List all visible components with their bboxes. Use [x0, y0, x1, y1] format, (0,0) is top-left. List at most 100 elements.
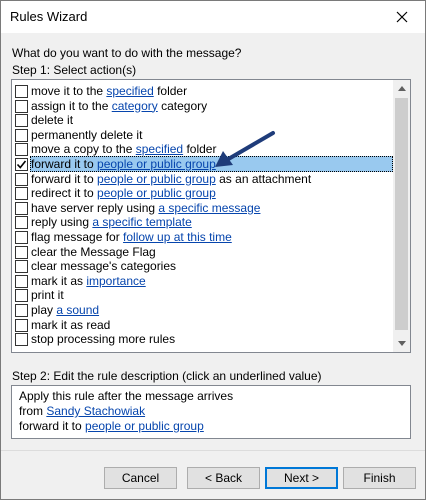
- window-title: Rules Wizard: [10, 9, 88, 24]
- step1-label: Step 1: Select action(s): [12, 63, 137, 77]
- action-text: mark it as: [31, 273, 87, 288]
- action-item[interactable]: clear the Message Flag: [12, 245, 392, 259]
- recipients-link[interactable]: people or public group: [85, 419, 204, 433]
- action-item[interactable]: move a copy to the specified folder: [12, 142, 392, 157]
- action-item[interactable]: forward it to people or public group: [12, 156, 393, 172]
- action-item[interactable]: mark it as read: [12, 318, 392, 332]
- action-item[interactable]: clear message's categories: [12, 259, 392, 274]
- action-value-link[interactable]: category: [112, 99, 158, 113]
- action-checkbox[interactable]: [15, 333, 28, 347]
- close-icon: [396, 11, 408, 23]
- action-text: reply using: [31, 215, 93, 230]
- action-item[interactable]: mark it as importance: [12, 274, 392, 288]
- action-value-link[interactable]: a specific message: [158, 201, 260, 215]
- action-checkbox[interactable]: [15, 274, 28, 288]
- action-value-link[interactable]: specified: [106, 84, 153, 98]
- action-text: play: [31, 303, 57, 317]
- chevron-up-icon: [397, 86, 406, 91]
- action-item[interactable]: stop processing more rules: [12, 332, 392, 347]
- rules-wizard-window: Rules Wizard What do you want to do with…: [0, 0, 426, 500]
- action-label: forward it to people or public group as …: [31, 172, 311, 186]
- scroll-down-button[interactable]: [393, 335, 410, 352]
- actions-listbox[interactable]: stop processing more rules mark it as rea…: [11, 79, 411, 353]
- finish-button[interactable]: Finish: [343, 467, 416, 489]
- action-item[interactable]: have server reply using a specific messa…: [12, 201, 392, 215]
- cancel-button[interactable]: Cancel: [104, 467, 177, 489]
- action-label: have server reply using a specific messa…: [31, 201, 260, 215]
- action-value-link[interactable]: people or public group: [97, 186, 216, 200]
- action-value-link[interactable]: specified: [136, 142, 183, 156]
- action-item[interactable]: assign it to the category category: [12, 99, 392, 113]
- action-value-link[interactable]: importance: [86, 274, 145, 288]
- action-item[interactable]: print it: [12, 288, 392, 303]
- action-text: clear message's categories: [31, 259, 177, 274]
- action-checkbox[interactable]: [15, 304, 28, 317]
- action-checkbox[interactable]: [15, 187, 28, 201]
- action-text: print it: [31, 288, 64, 303]
- action-label: permanently delete it: [31, 128, 142, 142]
- action-item[interactable]: flag message for follow up at this time: [12, 230, 392, 244]
- scroll-thumb[interactable]: [395, 98, 408, 330]
- action-checkbox[interactable]: [15, 99, 28, 113]
- action-value-link[interactable]: people or public group: [97, 172, 216, 186]
- action-text: forward it to: [31, 157, 98, 171]
- action-value-link[interactable]: a sound: [56, 303, 99, 317]
- wizard-prompt: What do you want to do with the message?: [12, 46, 242, 60]
- description-line-3: forward it to people or public group: [19, 419, 204, 433]
- scroll-up-button[interactable]: [393, 80, 410, 97]
- action-item[interactable]: move it to the specified folder: [12, 84, 392, 98]
- annotation-arrow-icon: [215, 131, 275, 167]
- action-checkbox[interactable]: [15, 128, 28, 142]
- action-checkbox[interactable]: [15, 231, 28, 244]
- action-checkbox[interactable]: [15, 245, 28, 259]
- description-line-2: from Sandy Stachowiak: [19, 404, 145, 418]
- action-text: forward it to: [31, 171, 98, 186]
- action-label: clear the Message Flag: [31, 245, 156, 259]
- action-checkbox[interactable]: [15, 201, 28, 215]
- title-bar: Rules Wizard: [1, 1, 425, 33]
- action-label: assign it to the category category: [31, 99, 207, 113]
- action-text: as an attachment: [215, 171, 312, 186]
- action-text: redirect it to: [31, 186, 98, 201]
- rule-description-box: Apply this rule after the message arrive…: [11, 385, 411, 439]
- close-button[interactable]: [379, 1, 425, 33]
- action-label: clear message's categories: [31, 259, 176, 273]
- action-checkbox[interactable]: [15, 85, 28, 98]
- action-item[interactable]: permanently delete it: [12, 128, 392, 142]
- action-checkbox[interactable]: [15, 143, 28, 157]
- action-value-link[interactable]: follow up at this time: [123, 230, 232, 244]
- action-item[interactable]: redirect it to people or public group: [12, 186, 392, 201]
- description-line-1: Apply this rule after the message arrive…: [19, 389, 234, 403]
- action-item[interactable]: reply using a specific template: [12, 215, 392, 230]
- action-checkbox[interactable]: [15, 289, 28, 303]
- action-checkbox[interactable]: [15, 158, 28, 171]
- chevron-down-icon: [397, 341, 406, 346]
- action-label: flag message for follow up at this time: [31, 230, 232, 244]
- action-item[interactable]: play a sound: [12, 303, 392, 317]
- action-text: delete it: [31, 113, 74, 128]
- action-checkbox[interactable]: [15, 318, 28, 332]
- action-label: redirect it to people or public group: [31, 186, 216, 200]
- action-text: move it to the: [31, 84, 107, 98]
- next-button[interactable]: Next >: [265, 467, 338, 489]
- back-button[interactable]: < Back: [187, 467, 260, 489]
- action-value-link[interactable]: a specific template: [92, 215, 191, 229]
- action-value-link[interactable]: people or public group: [97, 157, 216, 171]
- action-label: mark it as read: [31, 318, 110, 332]
- actions-scrollbar[interactable]: [393, 80, 410, 352]
- action-text: move a copy to the: [31, 142, 136, 157]
- action-text: have server reply using: [31, 200, 159, 215]
- action-text: category: [157, 98, 208, 113]
- step2-label: Step 2: Edit the rule description (click…: [12, 369, 322, 383]
- action-item[interactable]: delete it: [12, 113, 392, 128]
- action-checkbox[interactable]: [15, 114, 28, 128]
- sender-link[interactable]: Sandy Stachowiak: [46, 404, 145, 418]
- action-label: print it: [31, 288, 64, 302]
- action-label: move a copy to the specified folder: [31, 142, 216, 156]
- action-checkbox[interactable]: [15, 172, 28, 186]
- action-text: clear the Message Flag: [31, 244, 156, 259]
- action-text: stop processing more rules: [31, 332, 176, 347]
- action-checkbox[interactable]: [15, 260, 28, 274]
- action-checkbox[interactable]: [15, 216, 28, 230]
- action-item[interactable]: forward it to people or public group as …: [12, 172, 392, 186]
